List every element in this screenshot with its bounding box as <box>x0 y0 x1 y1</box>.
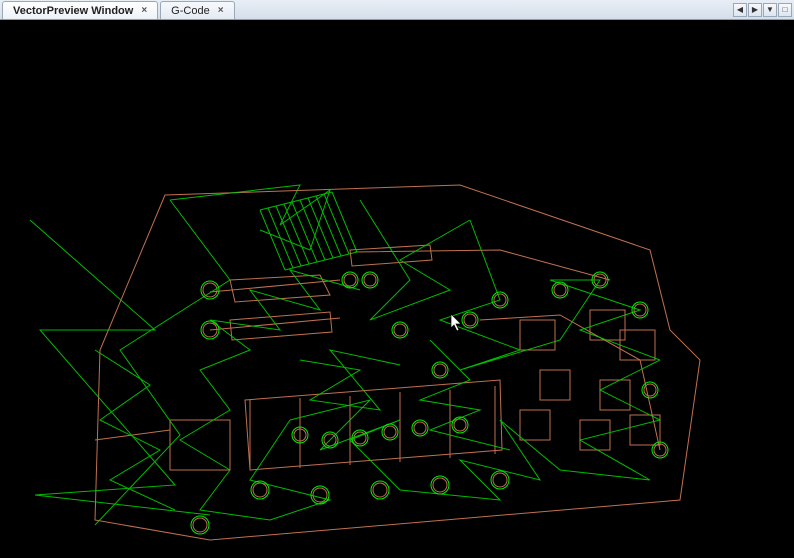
toolpath-render <box>0 20 794 558</box>
vector-preview-viewport[interactable] <box>0 20 794 558</box>
tabs-container: VectorPreview Window × G-Code × <box>2 0 235 19</box>
tab-label: VectorPreview Window <box>13 5 133 17</box>
chevron-left-icon: ◀ <box>737 5 743 14</box>
close-icon[interactable]: × <box>139 6 149 16</box>
close-icon[interactable]: × <box>216 6 226 16</box>
prev-tab-button[interactable]: ◀ <box>733 3 747 17</box>
tab-menu-button[interactable]: ▼ <box>763 3 777 17</box>
chevron-down-icon: ▼ <box>766 5 774 14</box>
chevron-right-icon: ▶ <box>752 5 758 14</box>
tab-controls: ◀ ▶ ▼ □ <box>733 2 792 18</box>
tab-bar: VectorPreview Window × G-Code × ◀ ▶ ▼ □ <box>0 0 794 20</box>
tab-label: G-Code <box>171 5 210 17</box>
square-icon: □ <box>783 5 788 14</box>
maximize-button[interactable]: □ <box>778 3 792 17</box>
next-tab-button[interactable]: ▶ <box>748 3 762 17</box>
tab-gcode[interactable]: G-Code × <box>160 1 234 19</box>
tab-vector-preview[interactable]: VectorPreview Window × <box>2 1 158 19</box>
